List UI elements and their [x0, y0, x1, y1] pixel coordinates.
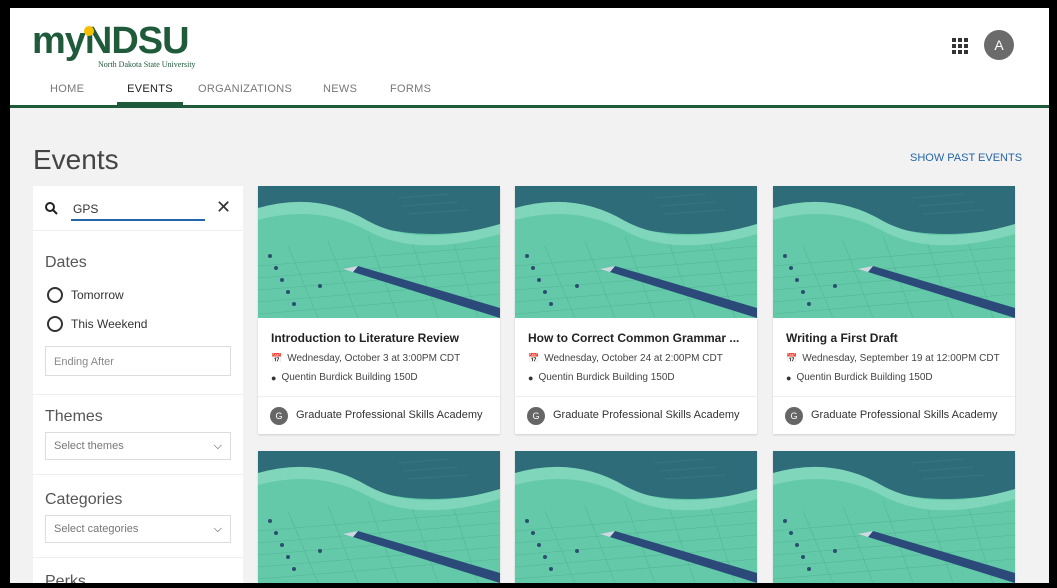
org-avatar: G	[527, 407, 545, 425]
event-date: 📅 Wednesday, October 3 at 3:00PM CDT	[271, 353, 496, 364]
event-date-text: Wednesday, September 19 at 12:00PM CDT	[802, 353, 1000, 364]
chevron-down-icon: ⌵	[213, 523, 222, 535]
logo-gold-dot	[84, 26, 94, 36]
calendar-icon: 📅	[271, 353, 283, 363]
themes-select-value: Select themes	[54, 440, 124, 452]
org-avatar: G	[785, 407, 803, 425]
event-image	[258, 186, 500, 318]
tab-events[interactable]: EVENTS	[117, 74, 183, 105]
event-title[interactable]: How to Correct Common Grammar ...	[528, 331, 748, 345]
dates-title: Dates	[45, 254, 87, 271]
chevron-down-icon: ⌵	[213, 440, 222, 452]
event-organization[interactable]: G Graduate Professional Skills Academy	[773, 396, 1015, 434]
categories-select[interactable]: Select categories ⌵	[45, 515, 231, 543]
themes-select[interactable]: Select themes ⌵	[45, 432, 231, 460]
page-title: Events	[33, 144, 119, 175]
divider	[33, 557, 243, 558]
event-card[interactable]	[258, 451, 500, 583]
themes-title: Themes	[45, 408, 103, 425]
logo-ndsu: NDSU	[84, 20, 190, 62]
event-image	[773, 451, 1015, 583]
perks-title: Perks	[45, 573, 86, 583]
radio-label: This Weekend	[71, 317, 148, 331]
search-input[interactable]	[71, 199, 205, 221]
radio-label: Tomorrow	[71, 288, 124, 302]
org-name: Graduate Professional Skills Academy	[296, 409, 483, 421]
filter-sidebar: ✕ Dates Tomorrow This Weekend Ending Aft…	[33, 186, 243, 583]
event-title[interactable]: Writing a First Draft	[786, 331, 1006, 345]
calendar-icon: 📅	[528, 353, 540, 363]
org-name: Graduate Professional Skills Academy	[811, 409, 998, 421]
mynsdu-logo[interactable]: myNDSU North Dakota State University	[32, 20, 202, 70]
show-past-events-link[interactable]: SHOW PAST EVENTS	[910, 152, 1022, 164]
ending-after-field[interactable]: Ending After	[45, 346, 231, 376]
event-location-text: Quentin Burdick Building 150D	[538, 372, 675, 383]
event-card[interactable]	[773, 451, 1015, 583]
tab-news[interactable]: NEWS	[323, 74, 357, 105]
org-avatar: G	[270, 407, 288, 425]
event-date-text: Wednesday, October 24 at 2:00PM CDT	[544, 353, 723, 364]
search-icon	[45, 202, 58, 215]
tab-home[interactable]: HOME	[50, 74, 84, 105]
user-avatar[interactable]: A	[984, 30, 1014, 60]
categories-title: Categories	[45, 491, 123, 508]
event-location: ● Quentin Burdick Building 150D	[271, 372, 496, 383]
event-organization[interactable]: G Graduate Professional Skills Academy	[515, 396, 757, 434]
event-image	[515, 451, 757, 583]
location-pin-icon: ●	[271, 372, 277, 383]
logo-wordmark: myNDSU	[32, 20, 190, 62]
tab-organizations[interactable]: ORGANIZATIONS	[198, 74, 292, 105]
search-box: ✕	[33, 186, 243, 231]
event-location-text: Quentin Burdick Building 150D	[796, 372, 933, 383]
event-card[interactable]	[515, 451, 757, 583]
location-pin-icon: ●	[786, 372, 792, 383]
event-location: ● Quentin Burdick Building 150D	[528, 372, 753, 383]
tab-forms[interactable]: FORMS	[390, 74, 431, 105]
event-title[interactable]: Introduction to Literature Review	[271, 331, 491, 345]
location-pin-icon: ●	[528, 372, 534, 383]
radio-circle-icon[interactable]	[47, 287, 63, 303]
logo-my: my	[32, 20, 86, 62]
app-frame: myNDSU North Dakota State University A H…	[10, 8, 1049, 583]
event-organization[interactable]: G Graduate Professional Skills Academy	[258, 396, 500, 434]
event-card[interactable]: How to Correct Common Grammar ... 📅 Wedne…	[515, 186, 757, 434]
radio-circle-icon[interactable]	[47, 316, 63, 332]
event-card[interactable]: Introduction to Literature Review 📅 Wedne…	[258, 186, 500, 434]
logo-subtitle: North Dakota State University	[98, 60, 196, 69]
divider	[33, 394, 243, 395]
close-icon[interactable]: ✕	[216, 197, 231, 218]
event-date: 📅 Wednesday, September 19 at 12:00PM CDT	[786, 353, 1011, 364]
org-name: Graduate Professional Skills Academy	[553, 409, 740, 421]
event-date: 📅 Wednesday, October 24 at 2:00PM CDT	[528, 353, 753, 364]
event-card[interactable]: Writing a First Draft 📅 Wednesday, Septem…	[773, 186, 1015, 434]
calendar-icon: 📅	[786, 353, 798, 363]
event-date-text: Wednesday, October 3 at 3:00PM CDT	[287, 353, 461, 364]
event-image	[515, 186, 757, 318]
event-location-text: Quentin Burdick Building 150D	[281, 372, 418, 383]
site-header: myNDSU North Dakota State University A H…	[10, 8, 1049, 108]
categories-select-value: Select categories	[54, 523, 139, 535]
radio-this-weekend[interactable]: This Weekend	[47, 315, 147, 333]
divider	[33, 474, 243, 475]
radio-tomorrow[interactable]: Tomorrow	[47, 286, 124, 304]
event-image	[773, 186, 1015, 318]
apps-grid-icon[interactable]	[952, 38, 968, 54]
event-image	[258, 451, 500, 583]
event-location: ● Quentin Burdick Building 150D	[786, 372, 1011, 383]
